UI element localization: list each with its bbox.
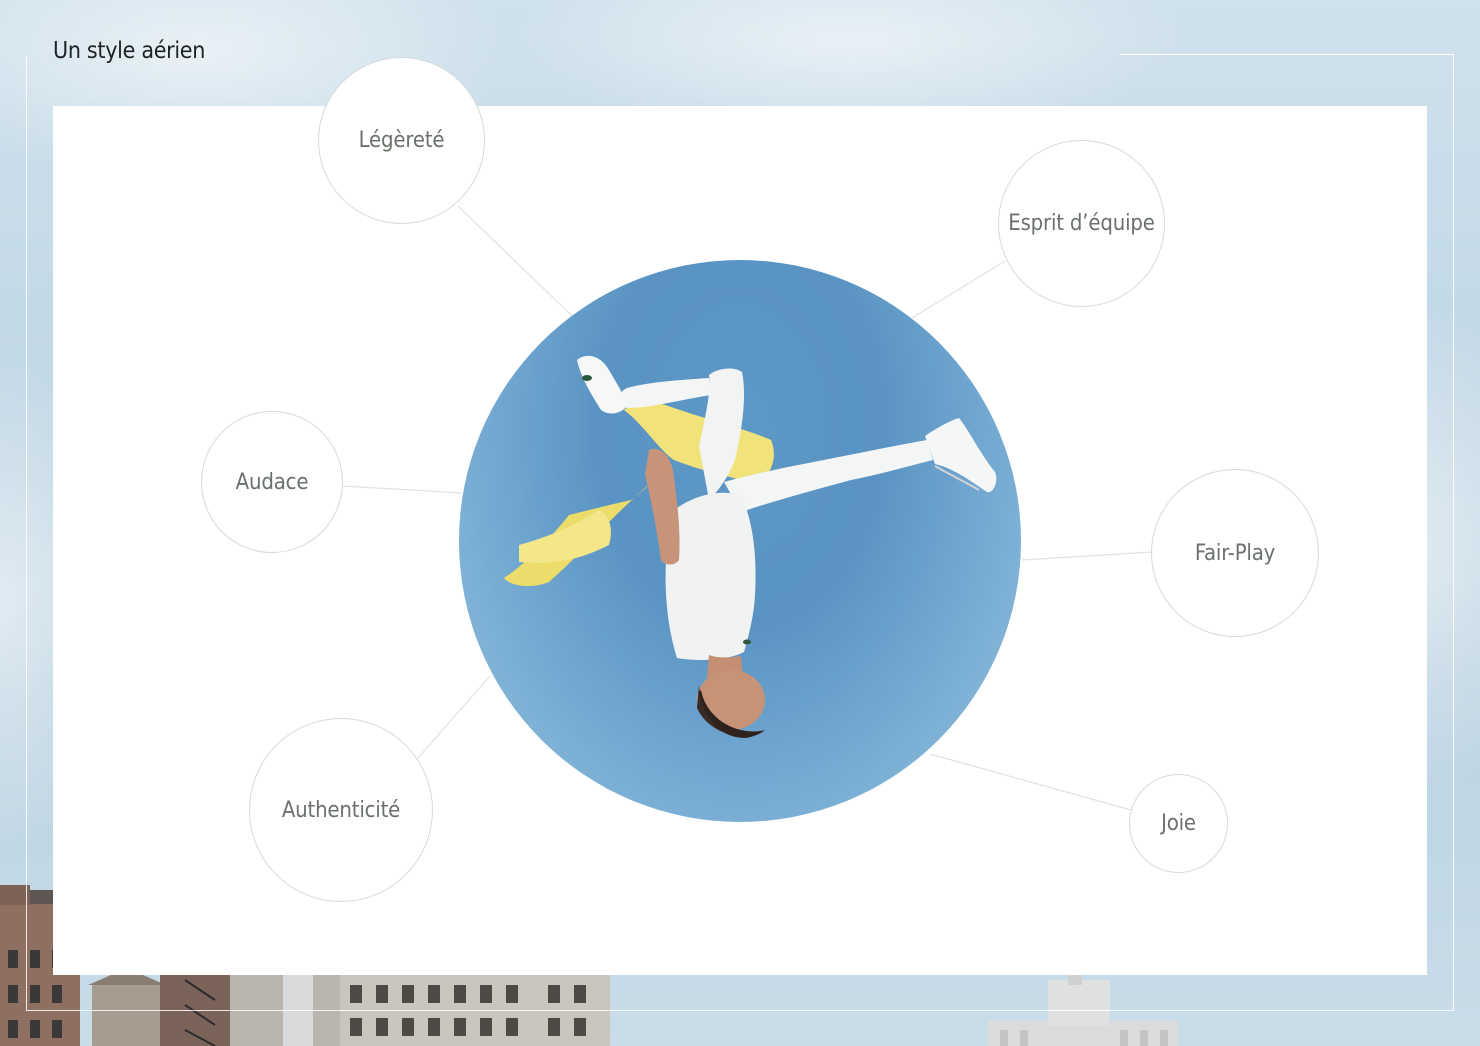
value-bubble-esprit-equipe: Esprit d’équipe	[998, 140, 1165, 307]
value-label: Fair-Play	[1194, 540, 1276, 566]
value-bubble-legerete: Légèreté	[318, 57, 485, 224]
connector-line	[1021, 551, 1153, 561]
man-backflip-photo	[504, 355, 997, 738]
slide-page: Un style aérien Légèreté Esprit d’équipe…	[0, 0, 1480, 1046]
value-bubble-joie: Joie	[1129, 774, 1228, 873]
hero-photo-circle	[459, 260, 1021, 822]
value-label: Esprit d’équipe	[1008, 211, 1155, 236]
value-label: Authenticité	[281, 797, 401, 823]
value-label: Audace	[235, 469, 309, 495]
value-bubble-fair-play: Fair-Play	[1151, 469, 1319, 637]
value-bubble-authenticite: Authenticité	[249, 718, 433, 902]
value-label: Joie	[1161, 811, 1196, 836]
value-bubble-audace: Audace	[201, 411, 343, 553]
value-label: Légèreté	[358, 128, 445, 153]
connector-line	[341, 485, 463, 494]
